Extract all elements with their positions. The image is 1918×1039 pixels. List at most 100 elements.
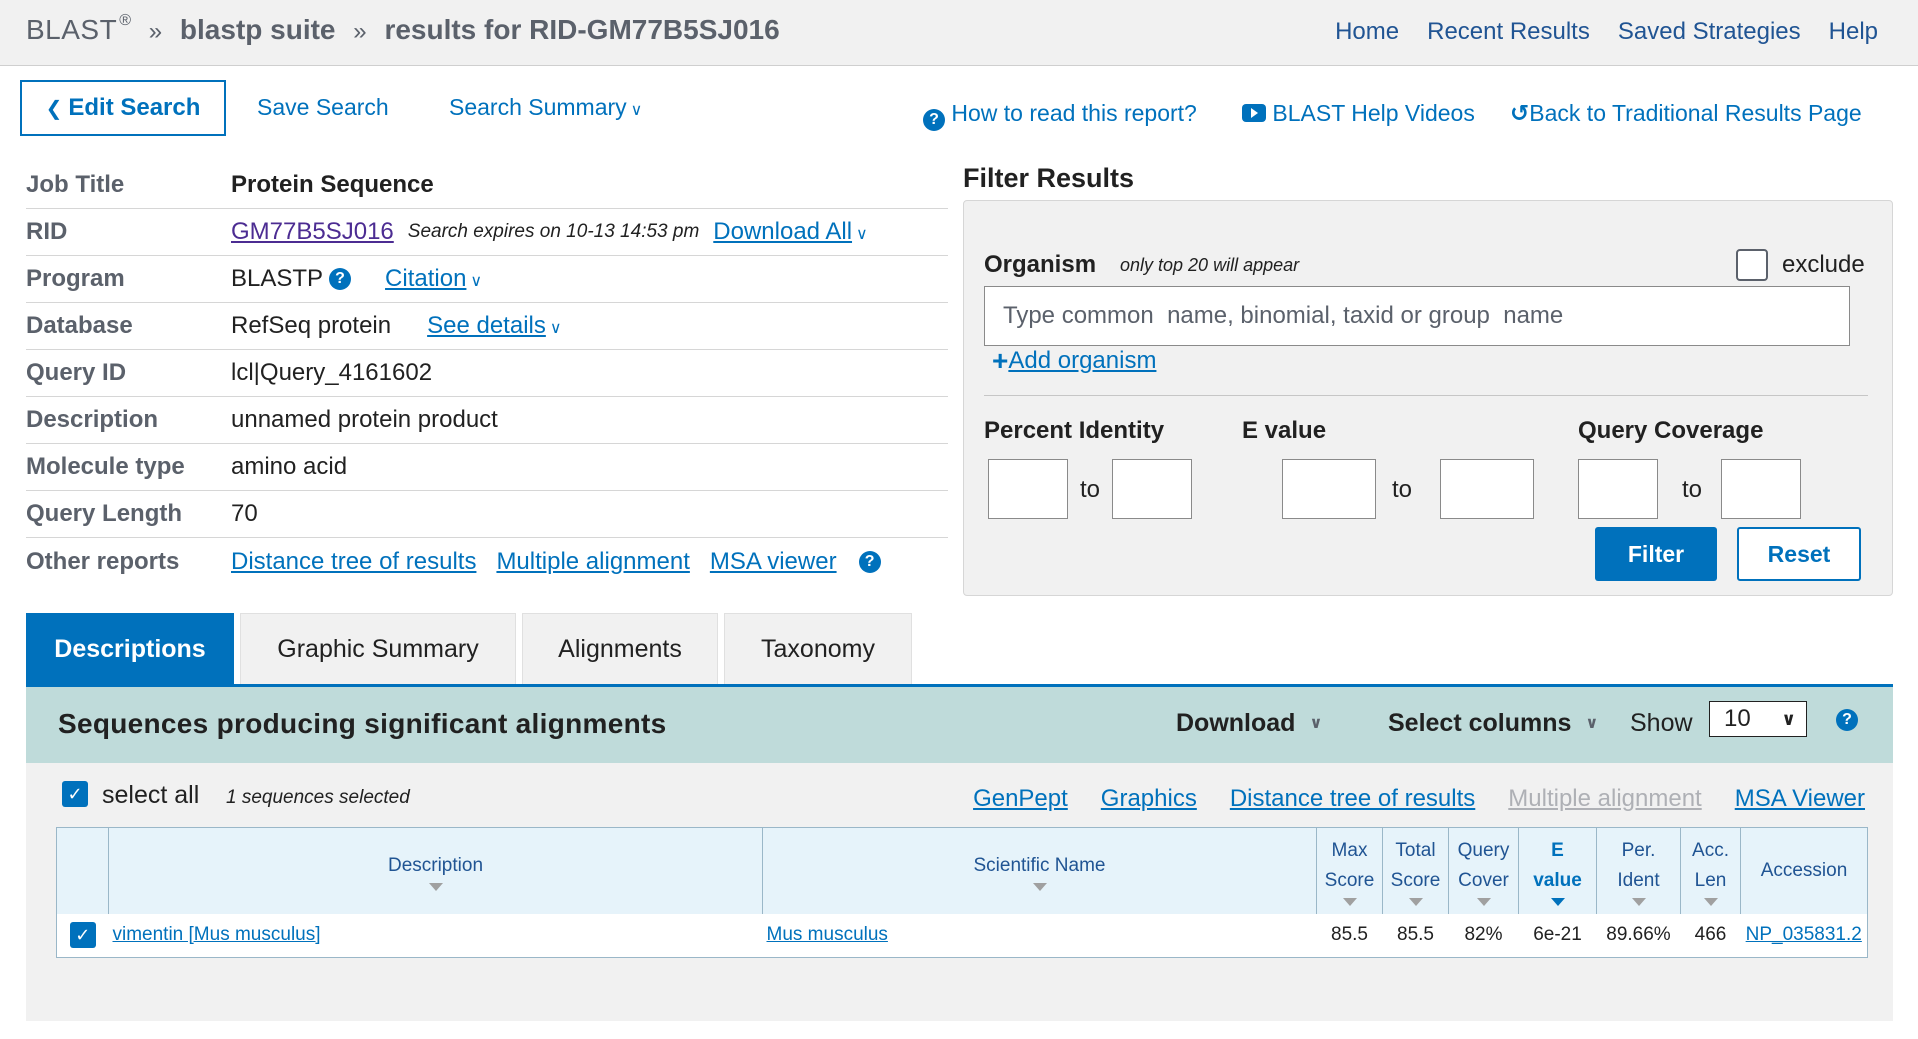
msa-viewer-link[interactable]: MSA Viewer [1735,785,1865,813]
to-label: to [1682,476,1703,503]
to-label: to [1392,476,1413,503]
chevron-down-icon: ∨ [1781,708,1796,729]
nav-saved-strategies[interactable]: Saved Strategies [1618,18,1801,46]
chevron-down-icon: ∨ [1585,715,1599,732]
description-value: unnamed protein product [231,406,498,433]
column-label: Query [1457,839,1510,861]
citation-label: Citation [385,265,467,292]
nav-home[interactable]: Home [1335,18,1399,46]
query-coverage-max-input[interactable] [1721,459,1801,519]
sort-icon [1703,897,1718,906]
plus-icon: + [992,345,1009,376]
reset-button[interactable]: Reset [1737,527,1861,581]
description-link[interactable]: vimentin [Mus musculus] [113,924,321,945]
database-value: RefSeq protein [231,312,392,339]
total-score-cell: 85.5 [1397,924,1434,946]
results-title: Sequences producing significant alignmen… [58,708,667,739]
rid-link[interactable]: GM77B5SJ016 [231,218,394,246]
edit-search-button[interactable]: ❮ Edit Search [20,80,226,136]
help-icon[interactable]: ? [1836,709,1858,731]
tab-graphic-summary[interactable]: Graphic Summary [240,613,516,685]
acc-len-cell: 466 [1694,924,1727,946]
sort-icon [1342,897,1357,906]
tab-taxonomy[interactable]: Taxonomy [724,613,912,685]
back-traditional-link[interactable]: ↺Back to Traditional Results Page [1510,100,1862,127]
breadcrumb-suite[interactable]: blastp suite [180,14,336,45]
e-value-min-input[interactable] [1282,459,1376,519]
search-summary-dropdown[interactable]: Search Summary ∨ [449,94,642,121]
column-label: Total [1395,839,1436,861]
tab-alignments[interactable]: Alignments [522,613,718,685]
add-organism-link[interactable]: +Add organism [992,345,1156,377]
column-query-cover[interactable]: Query Cover [1448,827,1519,914]
sort-icon [428,882,443,891]
column-description[interactable]: Description [108,827,763,914]
database-label: Database [26,312,133,339]
percent-identity-max-input[interactable] [1112,459,1192,519]
e-value-max-input[interactable] [1440,459,1534,519]
nav-help[interactable]: Help [1829,18,1878,46]
column-label: Max [1331,839,1368,861]
tab-descriptions[interactable]: Descriptions [26,613,234,685]
msa-viewer-link[interactable]: MSA viewer [710,548,837,576]
molecule-type-value: amino acid [231,453,348,480]
nav-recent-results[interactable]: Recent Results [1427,18,1590,46]
chevron-down-icon: ∨ [856,226,868,243]
percent-identity-min-input[interactable] [988,459,1068,519]
accession-link[interactable]: NP_035831.2 [1746,924,1862,945]
results-header: Sequences producing significant alignmen… [26,687,1893,763]
filter-panel: Organism only top 20 will appear exclude… [963,200,1893,596]
scientific-name-link[interactable]: Mus musculus [767,924,888,945]
query-id-row: Query ID lcl|Query_4161602 [26,350,948,397]
multiple-alignment-link[interactable]: Multiple alignment [496,548,689,576]
select-columns-dropdown[interactable]: Select columns ∨ [1388,709,1598,738]
column-label: Description [387,854,484,876]
organism-note: only top 20 will appear [1120,255,1300,275]
other-reports-row: Other reports Distance tree of results M… [26,538,948,585]
how-to-read-link[interactable]: ? How to read this report? [923,100,1197,131]
query-coverage-min-input[interactable] [1578,459,1658,519]
query-id-value: lcl|Query_4161602 [231,359,433,386]
citation-dropdown[interactable]: Citation ∨ [385,265,482,293]
distance-tree-link[interactable]: Distance tree of results [1230,785,1475,813]
breadcrumb-separator: » [353,18,367,45]
row-checkbox[interactable]: ✓ [69,922,96,949]
molecule-type-label: Molecule type [26,453,185,480]
column-accession[interactable]: Accession [1740,827,1868,914]
brand-name[interactable]: BLAST [26,14,117,45]
table-row: ✓ vimentin [Mus musculus] Mus musculus 8… [57,914,1868,958]
column-e-value[interactable]: Evalue [1518,827,1597,914]
select-all-checkbox[interactable]: ✓ [62,781,88,807]
column-total-score[interactable]: Total Score [1382,827,1449,914]
genpept-link[interactable]: GenPept [973,785,1068,813]
filter-results-title: Filter Results [963,163,1135,193]
help-icon[interactable]: ? [329,268,352,290]
program-label: Program [26,265,125,292]
save-search-link[interactable]: Save Search [257,94,389,121]
query-length-row: Query Length 70 [26,491,948,538]
job-title-row: Job Title Protein Sequence [26,162,948,209]
exclude-checkbox[interactable] [1736,249,1768,281]
column-label: Cover [1458,869,1509,891]
select-columns-label: Select columns [1388,709,1572,737]
organism-input[interactable] [984,286,1850,346]
help-icon[interactable]: ? [858,550,881,573]
column-label: Per. [1621,839,1656,861]
see-details-dropdown[interactable]: See details ∨ [427,312,561,340]
column-scientific-name[interactable]: Scientific Name [762,827,1317,914]
column-acc-len[interactable]: Acc. Len [1680,827,1741,914]
breadcrumb-separator: » [148,18,163,45]
chevron-down-icon: ∨ [549,320,562,337]
show-count-select[interactable]: 10 ∨ [1709,701,1807,737]
download-dropdown[interactable]: Download ∨ [1176,709,1322,738]
graphics-link[interactable]: Graphics [1101,785,1197,813]
column-max-score[interactable]: Max Score [1316,827,1383,914]
filter-button[interactable]: Filter [1595,527,1717,581]
exclude-label: exclude [1782,251,1865,278]
download-all-dropdown[interactable]: Download All ∨ [713,218,867,246]
help-videos-link[interactable]: BLAST Help Videos [1242,100,1475,127]
top-nav: Home Recent Results Saved Strategies Hel… [1335,18,1878,46]
breadcrumb: BLAST ® » blastp suite » results for RID-… [26,12,780,46]
distance-tree-link[interactable]: Distance tree of results [231,548,476,576]
column-per-ident[interactable]: Per. Ident [1596,827,1681,914]
